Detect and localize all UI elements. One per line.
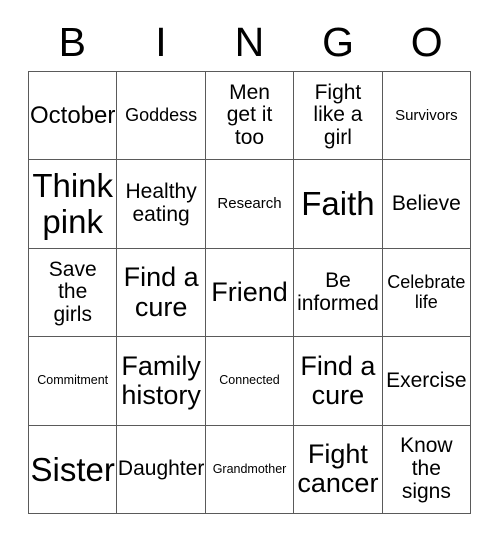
bingo-cell[interactable]: Save the girls	[29, 248, 118, 338]
bingo-row: Commitment Family history Connected Find a …	[29, 337, 472, 426]
bingo-cell[interactable]: Find a cure	[294, 337, 383, 426]
bingo-cell[interactable]: Fight cancer	[294, 425, 383, 515]
bingo-row: Think pink Healthy eating Research Faith Bel…	[29, 160, 472, 249]
bingo-cell-label: Believe	[391, 191, 461, 215]
bingo-cell-label: Celebrate life	[387, 272, 466, 312]
bingo-cell[interactable]: Family history	[117, 337, 206, 426]
bingo-row: Save the girls Find a cure Friend Be inform…	[29, 248, 472, 338]
bingo-header-letter-i: I	[155, 19, 167, 65]
bingo-cell[interactable]: Friend	[205, 248, 295, 338]
bingo-cell-label: October	[30, 101, 116, 129]
bingo-cell-label: Research	[217, 195, 282, 213]
bingo-cell-label: Be informed	[297, 268, 379, 315]
bingo-cell-label: Think pink	[32, 167, 114, 241]
bingo-cell-label: Daughter	[117, 456, 205, 480]
bingo-cell[interactable]: Exercise	[382, 337, 472, 426]
bingo-cell[interactable]: October	[29, 72, 118, 161]
bingo-cell[interactable]: Faith	[294, 160, 383, 249]
bingo-cell[interactable]: Goddess	[117, 72, 206, 161]
bingo-header-letter-b: B	[58, 19, 86, 65]
bingo-cell-label: Know the signs	[400, 434, 453, 503]
bingo-header-letter-o: O	[410, 19, 443, 65]
bingo-cell-label: Grandmother	[212, 461, 287, 476]
bingo-cell-label: Find a cure	[123, 262, 199, 322]
bingo-cell[interactable]: Research	[205, 160, 295, 249]
bingo-cell[interactable]: Survivors	[382, 72, 472, 161]
bingo-cell-label: Fight cancer	[297, 439, 379, 499]
bingo-cell-label: Save the girls	[48, 257, 97, 326]
bingo-grid: October Goddess Men get it too Fight like a…	[28, 71, 472, 515]
bingo-cell[interactable]: Daughter	[117, 425, 206, 515]
bingo-row: October Goddess Men get it too Fight like a…	[29, 72, 472, 161]
bingo-cell[interactable]: Healthy eating	[117, 160, 206, 249]
bingo-cell[interactable]: Sister	[29, 425, 118, 515]
bingo-header-letter-n: N	[234, 19, 265, 65]
bingo-cell-label: Goddess	[125, 104, 198, 125]
bingo-cell-label: Survivors	[395, 106, 458, 124]
bingo-cell-label: Faith	[301, 185, 375, 223]
bingo-cell[interactable]: Think pink	[29, 160, 118, 249]
bingo-cell[interactable]: Believe	[382, 160, 472, 249]
bingo-cell-label: Connected	[219, 373, 280, 388]
bingo-cell[interactable]: Be informed	[294, 248, 383, 338]
bingo-cell[interactable]: Know the signs	[382, 425, 472, 515]
bingo-cell[interactable]: Celebrate life	[382, 248, 472, 338]
bingo-row: Sister Daughter Grandmother Fight cancer Kno…	[29, 425, 472, 515]
bingo-cell[interactable]: Grandmother	[205, 425, 295, 515]
bingo-cell-label: Friend	[211, 276, 288, 307]
bingo-cell-label: Fight like a girl	[313, 80, 363, 150]
bingo-cell[interactable]: Connected	[205, 337, 295, 426]
bingo-cell-label: Find a cure	[300, 350, 376, 410]
bingo-cell[interactable]: Commitment	[29, 337, 118, 426]
bingo-header-letter-g: G	[322, 19, 355, 65]
bingo-cell-label: Sister	[30, 450, 115, 488]
bingo-header-row: B I N G O	[28, 14, 471, 71]
bingo-cell-label: Men get it too	[226, 80, 273, 150]
bingo-card: B I N G O October Goddess Men get it too Fi…	[0, 0, 500, 544]
bingo-cell[interactable]: Men get it too	[205, 72, 295, 161]
bingo-cell[interactable]: Fight like a girl	[294, 72, 383, 161]
bingo-cell-label: Family history	[121, 350, 201, 410]
bingo-cell-label: Healthy eating	[125, 180, 197, 227]
bingo-cell-label: Exercise	[386, 368, 467, 392]
bingo-cell-label: Commitment	[37, 373, 109, 388]
bingo-cell[interactable]: Find a cure	[117, 248, 206, 338]
